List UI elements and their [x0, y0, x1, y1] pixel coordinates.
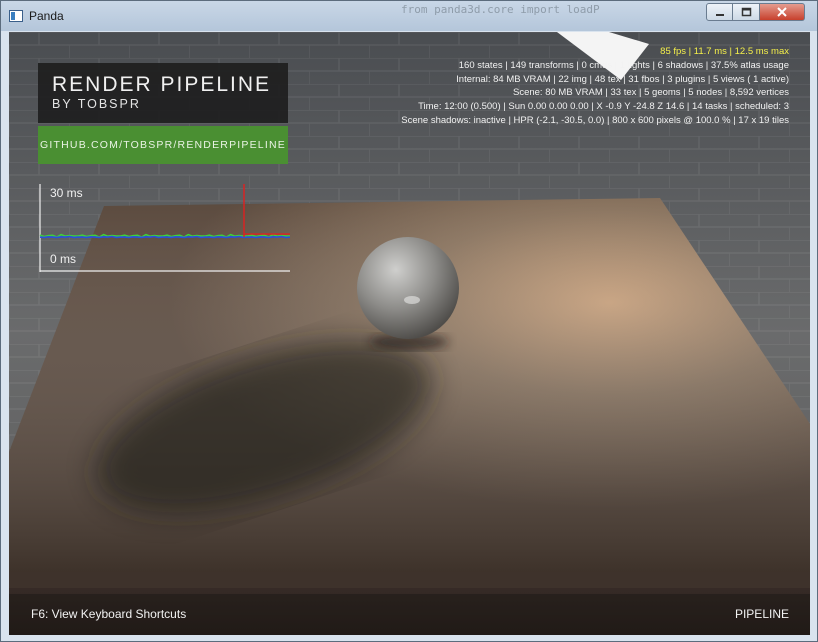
- background-window-text: from panda3d.core import loadP: [401, 3, 600, 16]
- minimize-button[interactable]: [706, 3, 733, 21]
- close-button[interactable]: [760, 3, 805, 21]
- stats-line-scene: Scene: 80 MB VRAM | 33 tex | 5 geoms | 5…: [512, 87, 789, 99]
- bottom-bar: F6: View Keyboard Shortcuts PIPELINE: [9, 594, 810, 635]
- frametime-graph: 30 ms 0 ms: [38, 184, 290, 272]
- window-title: Panda: [29, 9, 64, 23]
- close-icon: [777, 7, 787, 17]
- app-window: Panda from panda3d.core import loadP REN…: [0, 0, 818, 642]
- debug-stats: 85 fps | 11.7 ms | 12.5 ms max 160 state…: [401, 45, 789, 128]
- title-bar[interactable]: Panda from panda3d.core import loadP: [1, 1, 817, 31]
- github-link[interactable]: GITHUB.COM/TOBSPR/RENDERPIPELINE: [38, 126, 288, 164]
- logo-author: BY TOBSPR: [52, 97, 141, 111]
- fps-readout: 85 fps | 11.7 ms | 12.5 ms max: [660, 46, 789, 57]
- graph-total-line: [39, 235, 290, 239]
- graph-min-label: 0 ms: [50, 252, 77, 266]
- keyboard-shortcuts-hint: F6: View Keyboard Shortcuts: [31, 607, 187, 621]
- render-pipeline-logo: RENDER PIPELINE BY TOBSPR: [38, 63, 288, 123]
- render-viewport[interactable]: RENDER PIPELINE BY TOBSPR GITHUB.COM/TOB…: [9, 32, 810, 635]
- maximize-icon: [741, 7, 751, 17]
- graph-max-label: 30 ms: [50, 186, 83, 200]
- pipeline-label: PIPELINE: [734, 607, 789, 621]
- stats-line-time: Time: 12:00 (0.500) | Sun 0.00 0.00 0.00…: [418, 101, 789, 113]
- window-controls: [706, 3, 805, 23]
- maximize-button[interactable]: [733, 3, 760, 21]
- panda-app-icon: [9, 10, 23, 22]
- stats-line-internal: Internal: 84 MB VRAM | 22 img | 48 tex |…: [456, 73, 789, 85]
- minimize-icon: [715, 14, 724, 16]
- stats-line-shadows: Scene shadows: inactive | HPR (-2.1, -30…: [401, 114, 789, 126]
- stats-line-states: 160 states | 149 transforms | 0 cmds | 1…: [458, 59, 789, 71]
- logo-title: RENDER PIPELINE: [52, 73, 272, 96]
